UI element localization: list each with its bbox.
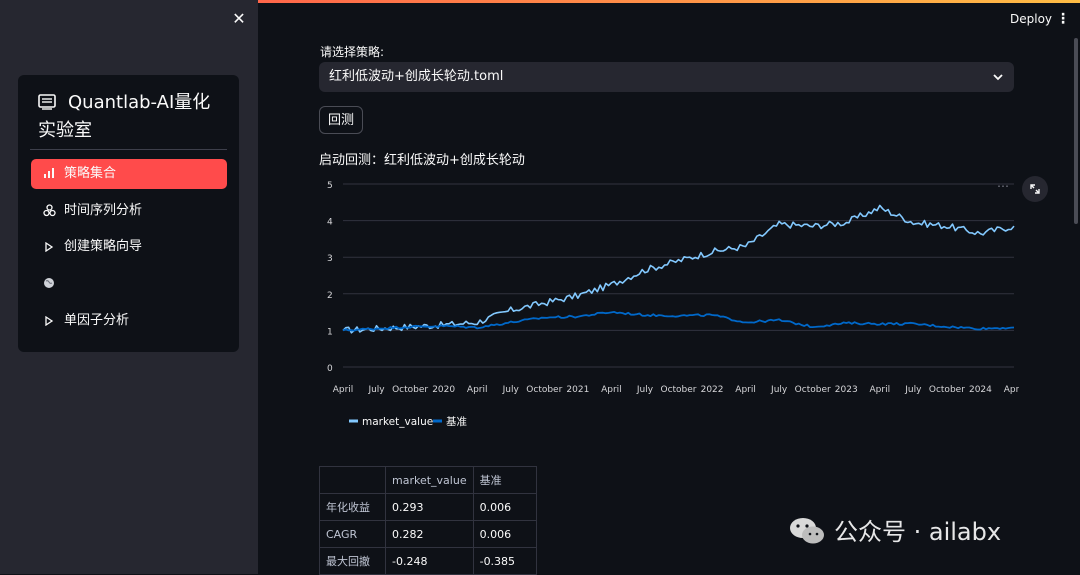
y-tick-label: 0 bbox=[327, 364, 333, 374]
x-tick-label: July bbox=[502, 385, 520, 395]
watermark-text: 公众号 · ailabx bbox=[834, 518, 1001, 546]
y-tick-label: 4 bbox=[327, 218, 333, 228]
close-sidebar-icon[interactable]: ✕ bbox=[230, 10, 248, 28]
molecule-icon bbox=[41, 196, 57, 226]
x-tick-label: April bbox=[601, 385, 622, 395]
x-tick-label: 2021 bbox=[566, 385, 589, 395]
x-tick-label: October bbox=[795, 385, 831, 395]
table-cell: -0.385 bbox=[473, 548, 536, 575]
table-header-cell[interactable]: market_value bbox=[386, 467, 474, 494]
fullscreen-expand-icon[interactable] bbox=[1022, 176, 1048, 202]
x-tick-label: July bbox=[367, 385, 385, 395]
menu-item-single-factor[interactable]: 单因子分析 bbox=[31, 306, 227, 336]
wechat-icon bbox=[788, 516, 826, 546]
backtest-status-text: 启动回测：红利低波动+创成长轮动 bbox=[319, 149, 525, 168]
table-row-header: 最大回撤 bbox=[320, 548, 386, 575]
menu-item-strategies[interactable]: 策略集合 bbox=[31, 159, 227, 189]
x-tick-label: April bbox=[333, 385, 354, 395]
menu-item-globe[interactable] bbox=[31, 269, 227, 299]
x-tick-label: October bbox=[392, 385, 428, 395]
play-triangle-icon bbox=[41, 306, 57, 336]
x-tick-label: April bbox=[467, 385, 488, 395]
x-tick-label: October bbox=[526, 385, 562, 395]
menu-item-label: 创建策略向导 bbox=[64, 232, 142, 262]
x-tick-label: April bbox=[1004, 385, 1019, 395]
table-cell: -0.248 bbox=[386, 548, 474, 575]
y-tick-label: 2 bbox=[327, 291, 333, 301]
table-row: CAGR 0.282 0.006 bbox=[320, 521, 537, 548]
chevron-down-icon bbox=[992, 71, 1004, 83]
option-menu: Quantlab-AI量化实验室 策略集合 时间序列分析 bbox=[18, 75, 239, 352]
menu-item-strategy-wizard[interactable]: 创建策略向导 bbox=[31, 232, 227, 262]
table-cell: 0.006 bbox=[473, 494, 536, 521]
stats-table: market_value 基准 年化收益 0.293 0.006 CAGR 0.… bbox=[319, 466, 537, 575]
x-tick-label: April bbox=[870, 385, 891, 395]
x-tick-label: October bbox=[929, 385, 965, 395]
x-tick-label: 2020 bbox=[432, 385, 455, 395]
table-cell: 0.006 bbox=[473, 521, 536, 548]
y-tick-label: 3 bbox=[327, 254, 333, 264]
x-tick-label: 2024 bbox=[969, 385, 992, 395]
menu-title-text: Quantlab-AI量化实验室 bbox=[38, 92, 210, 141]
table-cell: 0.282 bbox=[386, 521, 474, 548]
series-line-benchmark bbox=[343, 312, 1014, 331]
menu-title: Quantlab-AI量化实验室 bbox=[38, 89, 228, 145]
table-row: 最大回撤 -0.248 -0.385 bbox=[320, 548, 537, 575]
play-triangle-icon bbox=[41, 232, 57, 262]
x-tick-label: October bbox=[660, 385, 696, 395]
legend-label: market_value bbox=[362, 416, 433, 428]
table-header-row: market_value 基准 bbox=[320, 467, 537, 494]
menu-item-label: 时间序列分析 bbox=[64, 196, 142, 226]
x-tick-label: 2022 bbox=[701, 385, 724, 395]
menu-item-label: 策略集合 bbox=[64, 159, 116, 189]
table-row: 年化收益 0.293 0.006 bbox=[320, 494, 537, 521]
menu-divider bbox=[30, 149, 227, 150]
x-tick-label: July bbox=[904, 385, 922, 395]
y-tick-label: 1 bbox=[327, 327, 333, 337]
series-line-market-value bbox=[343, 205, 1014, 332]
backtest-button[interactable]: 回测 bbox=[319, 106, 363, 134]
x-tick-label: July bbox=[636, 385, 654, 395]
bar-chart-icon bbox=[41, 159, 57, 189]
strategy-select-label: 请选择策略: bbox=[320, 43, 384, 60]
table-row-header: 年化收益 bbox=[320, 494, 386, 521]
table-header-cell[interactable]: 基准 bbox=[473, 467, 536, 494]
page-scrollbar[interactable] bbox=[1074, 38, 1078, 224]
strategy-select[interactable]: 红利低波动+创成长轮动.toml bbox=[319, 62, 1014, 92]
table-cell: 0.293 bbox=[386, 494, 474, 521]
y-tick-label: 5 bbox=[327, 181, 333, 191]
document-icon bbox=[38, 94, 56, 110]
legend-label: 基准 bbox=[446, 415, 467, 428]
x-tick-label: July bbox=[770, 385, 788, 395]
sidebar: ✕ Quantlab-AI量化实验室 策略集合 bbox=[0, 0, 258, 574]
globe-icon bbox=[41, 269, 57, 299]
menu-item-label: 单因子分析 bbox=[64, 306, 129, 336]
watermark: 公众号 · ailabx bbox=[788, 515, 1001, 549]
deploy-button[interactable]: Deploy bbox=[1004, 8, 1058, 30]
equity-curve-chart: 0 1 2 3 4 5 April July October 2020 April July Octob… bbox=[319, 172, 1019, 437]
x-tick-label: April bbox=[735, 385, 756, 395]
strategy-select-value: 红利低波动+创成长轮动.toml bbox=[329, 62, 503, 92]
x-tick-label: 2023 bbox=[835, 385, 858, 395]
chart-more-icon: ⋯ bbox=[997, 179, 1009, 193]
table-row-header: CAGR bbox=[320, 521, 386, 548]
main-menu-kebab-icon[interactable]: ⋮ bbox=[1056, 8, 1070, 30]
table-header-cell bbox=[320, 467, 386, 494]
menu-item-time-series[interactable]: 时间序列分析 bbox=[31, 196, 227, 226]
